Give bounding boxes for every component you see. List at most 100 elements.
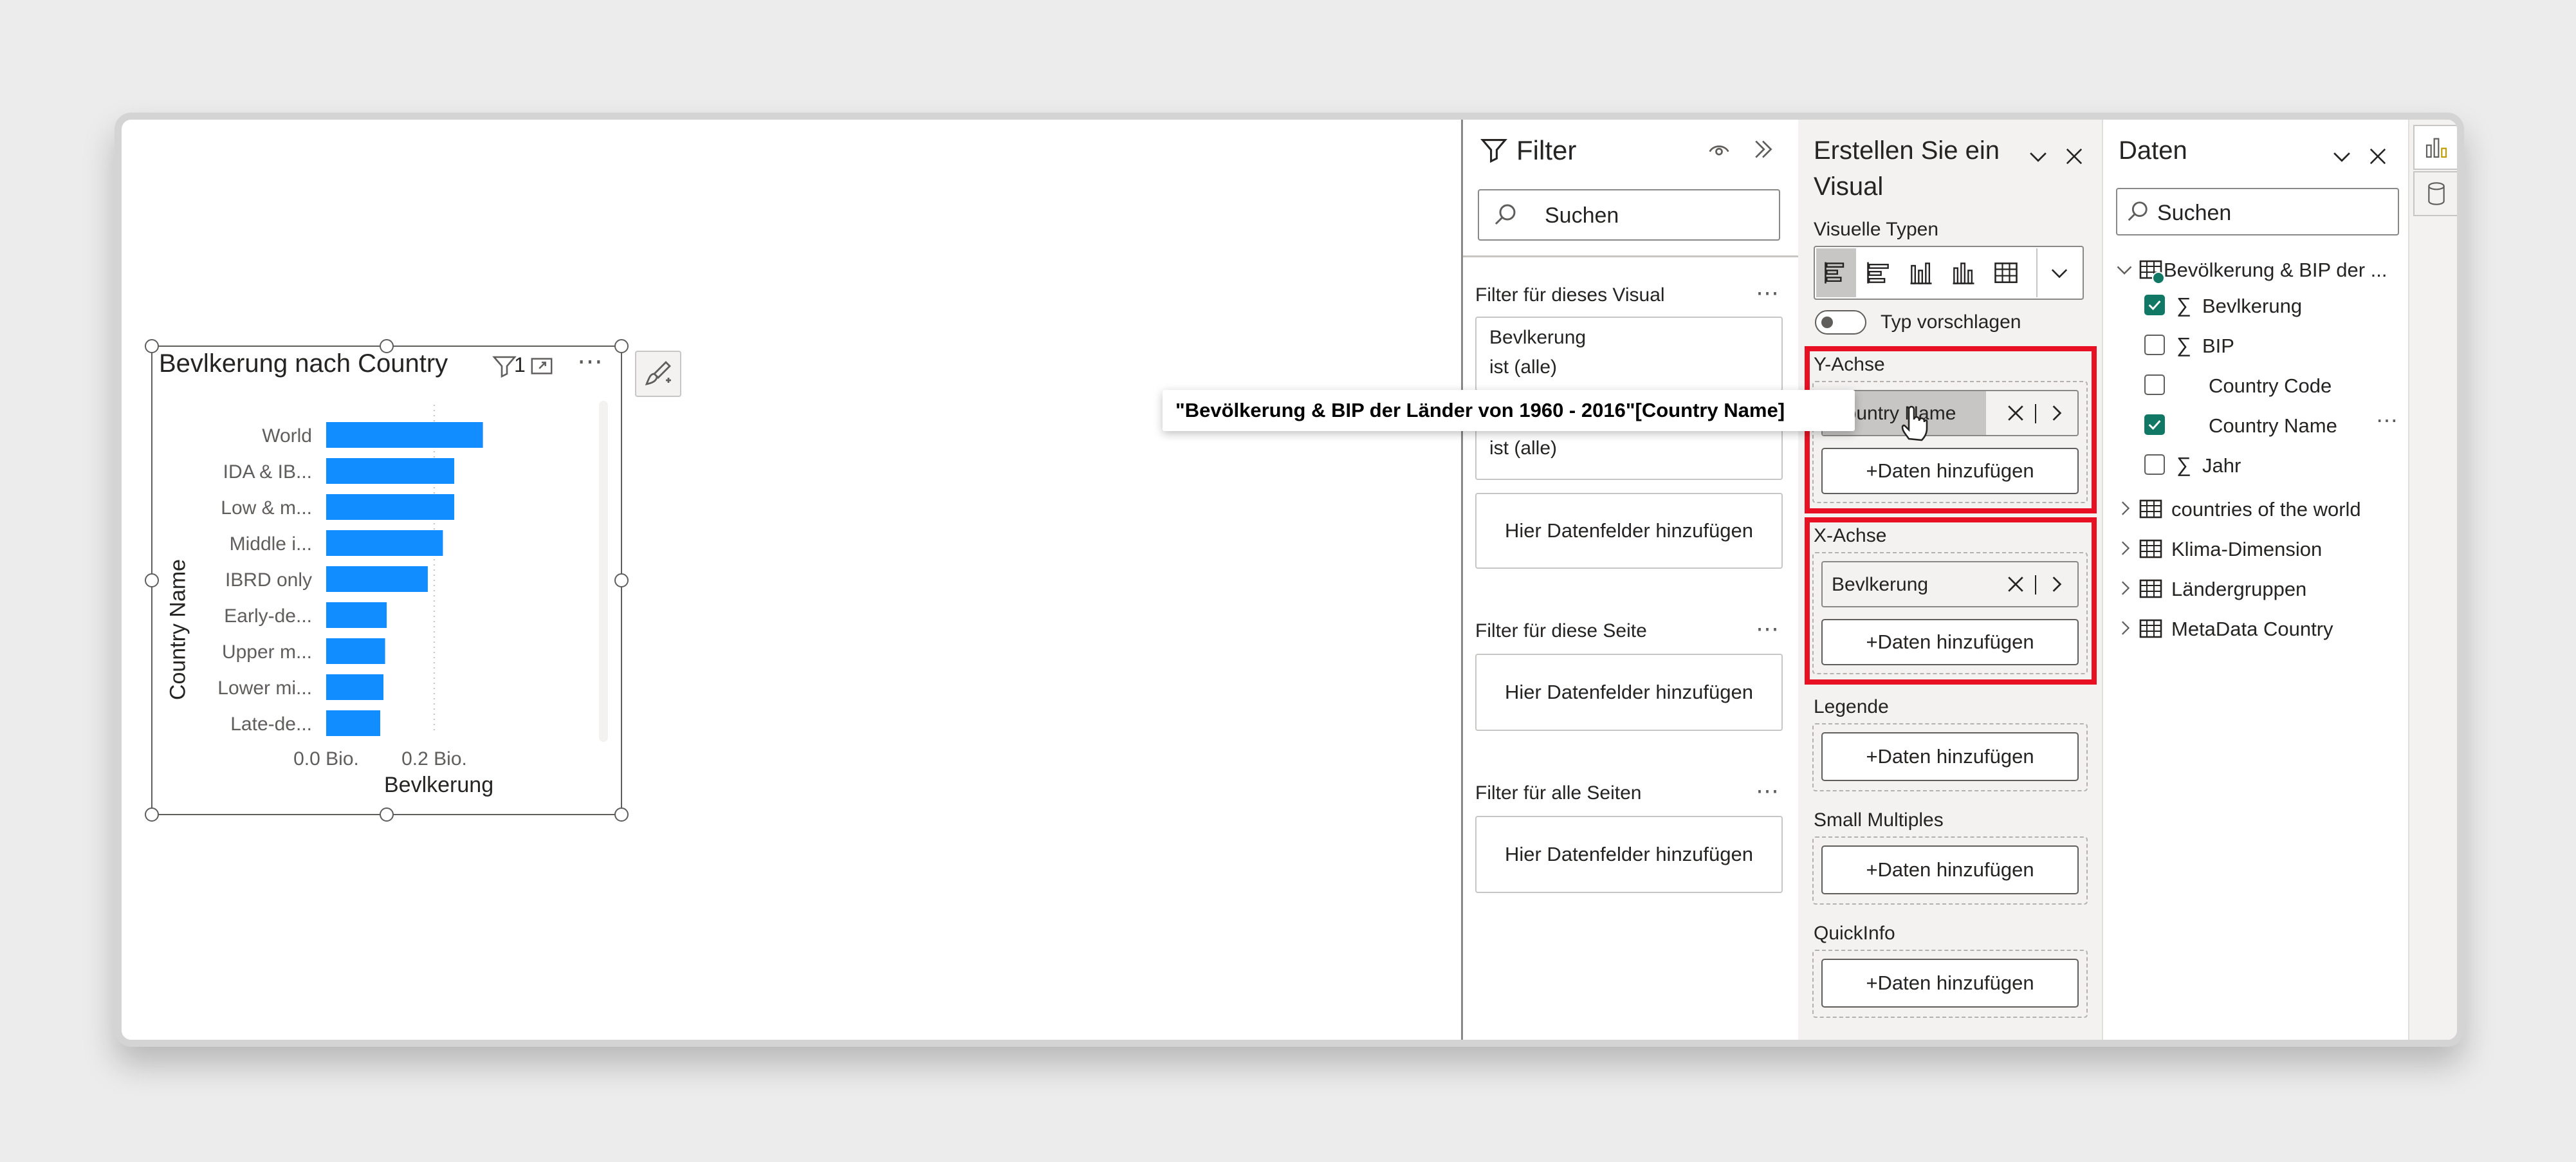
selection-handle-tr[interactable] [614,339,629,353]
bar[interactable] [326,494,455,520]
stacked-column-chart-icon[interactable] [1944,248,1983,297]
filter-page-section-label: Filter für diese Seite [1475,620,1647,641]
filter-card-country-name[interactable]: ist (alle) [1475,431,1783,480]
right-rail [2408,120,2457,1040]
table-row[interactable]: Klima-Dimension [2112,530,2406,567]
selection-handle-bm[interactable] [380,807,394,822]
filter-visibility-icon[interactable] [1704,135,1734,163]
more-visual-types-chevron-icon[interactable] [2036,248,2081,297]
field-checkbox[interactable] [2144,295,2165,315]
y-category-label: Lower mi... [217,678,312,699]
filter-visual-add-fields[interactable]: Hier Datenfelder hinzufügen [1475,493,1783,569]
y-category-label: IDA & IB... [223,461,312,483]
tooltips-add-data-button[interactable]: +Daten hinzufügen [1821,959,2079,1008]
filter-visual-more-icon[interactable]: ⋯ [1756,279,1779,306]
selection-handle-ml[interactable] [145,573,159,587]
bar[interactable] [326,566,428,592]
table-icon [2139,499,2162,519]
bar[interactable] [326,602,387,628]
field-checkbox[interactable] [2144,374,2165,395]
expand-chevron-icon [2122,581,2130,595]
small-multiples-well-label: Small Multiples [1814,809,1944,831]
build-visual-rail-button[interactable] [2413,125,2457,170]
filter-all-add-fields[interactable]: Hier Datenfelder hinzufügen [1475,816,1783,893]
data-pane-close-icon[interactable] [2364,143,2391,170]
bar-chart-visual[interactable]: Bevlkerung nach Country 1 ⋯ Country Name… [151,346,622,815]
viz-pane-close-icon[interactable] [2061,143,2088,170]
bar[interactable] [326,638,385,664]
field-checkbox[interactable] [2144,414,2165,435]
table-name: Bevölkerung & BIP der ... [2164,259,2387,281]
table-row[interactable]: Ländergruppen [2112,570,2406,607]
field-row[interactable]: ∑ Bevlkerung [2112,287,2406,324]
stacked-bar-chart-icon[interactable] [1859,248,1899,297]
clustered-bar-chart-icon[interactable] [1816,248,1856,297]
field-checkbox[interactable] [2144,454,2165,475]
filter-page-add-fields[interactable]: Hier Datenfelder hinzufügen [1475,654,1783,731]
field-row[interactable]: ∑ BIP [2112,327,2406,364]
viz-pane-collapse-icon[interactable] [2025,143,2052,170]
table-row[interactable]: countries of the world [2112,490,2406,528]
x-tick-label: 0.2 Bio. [401,748,467,770]
field-row[interactable]: Country Code [2112,367,2406,404]
selection-handle-tm[interactable] [380,339,394,353]
clustered-column-chart-icon[interactable] [1901,248,1941,297]
add-data-label: +Daten hinzufügen [1866,972,2034,994]
table-name: Klima-Dimension [2171,538,2323,560]
viz-pane-title-2: Visual [1814,172,1884,201]
sigma-icon: ∑ [2176,453,2191,476]
table-row-bevoelkerung-bip[interactable]: Bevölkerung & BIP der ... [2112,252,2406,288]
table-row[interactable]: MetaData Country [2112,610,2406,647]
data-search-input[interactable]: Suchen [2116,188,2399,235]
paintbrush-icon [645,361,671,385]
selection-handle-br[interactable] [614,807,629,822]
small-multiples-add-data-button[interactable]: +Daten hinzufügen [1821,845,2079,894]
bar[interactable] [326,710,380,736]
data-pane-collapse-icon[interactable] [2328,143,2355,170]
field-row[interactable]: ∑ Jahr [2112,447,2406,484]
table-visual-icon[interactable] [1986,248,2026,297]
field-checkbox[interactable] [2144,335,2165,355]
expand-chevron-icon [2122,621,2130,635]
table-in-use-badge [2152,272,2165,284]
format-visual-button[interactable] [635,351,681,397]
filter-all-section-label: Filter für alle Seiten [1475,782,1642,804]
filter-card-bevlkerung[interactable]: Bevlkerung ist (alle) [1475,317,1783,391]
filter-all-more-icon[interactable]: ⋯ [1756,777,1779,804]
bar[interactable] [326,674,384,700]
bar[interactable] [326,422,483,448]
x-axis-title: Bevlkerung [384,773,494,797]
suggest-type-toggle[interactable] [1815,310,1866,335]
field-label: BIP [2202,335,2234,357]
y-category-label: Middle i... [230,533,312,555]
selection-handle-mr[interactable] [614,573,629,587]
table-icon [2139,579,2162,598]
field-label: Country Name [2209,414,2337,437]
filter-pane [1461,120,1798,1040]
field-row[interactable]: Country Name ⋯ [2112,407,2406,444]
y-category-label: Low & m... [221,497,312,519]
bar[interactable] [326,458,455,484]
search-icon [1495,204,1516,225]
collapse-filter-pane-icon[interactable] [1748,135,1778,163]
filter-pane-title: Filter [1516,135,1577,165]
data-pane-title: Daten [2119,136,2187,165]
selection-handle-bl[interactable] [145,807,159,822]
y-category-label: Upper m... [222,641,312,663]
selection-handle-tl[interactable] [145,339,159,353]
legend-add-data-button[interactable]: +Daten hinzufügen [1821,732,2079,781]
build-visual-icon [2425,138,2447,158]
y-category-label: Late-de... [230,714,312,735]
chart-scrollbar[interactable] [599,401,608,742]
filter-card-field: Bevlkerung [1489,327,1587,348]
bar[interactable] [326,530,443,556]
field-more-icon[interactable]: ⋯ [2376,408,2398,434]
data-rail-button[interactable] [2413,171,2457,216]
filter-search-input[interactable]: Suchen [1478,189,1780,241]
filter-page-more-icon[interactable]: ⋯ [1756,615,1779,642]
filter-card2-value: ist (alle) [1489,438,1558,459]
filter-visual-section-label: Filter für dieses Visual [1475,284,1665,306]
field-tooltip: "Bevölkerung & BIP der Länder von 1960 -… [1163,390,1855,431]
check-icon [2148,300,2161,311]
add-fields-label: Hier Datenfelder hinzufügen [1504,843,1754,865]
